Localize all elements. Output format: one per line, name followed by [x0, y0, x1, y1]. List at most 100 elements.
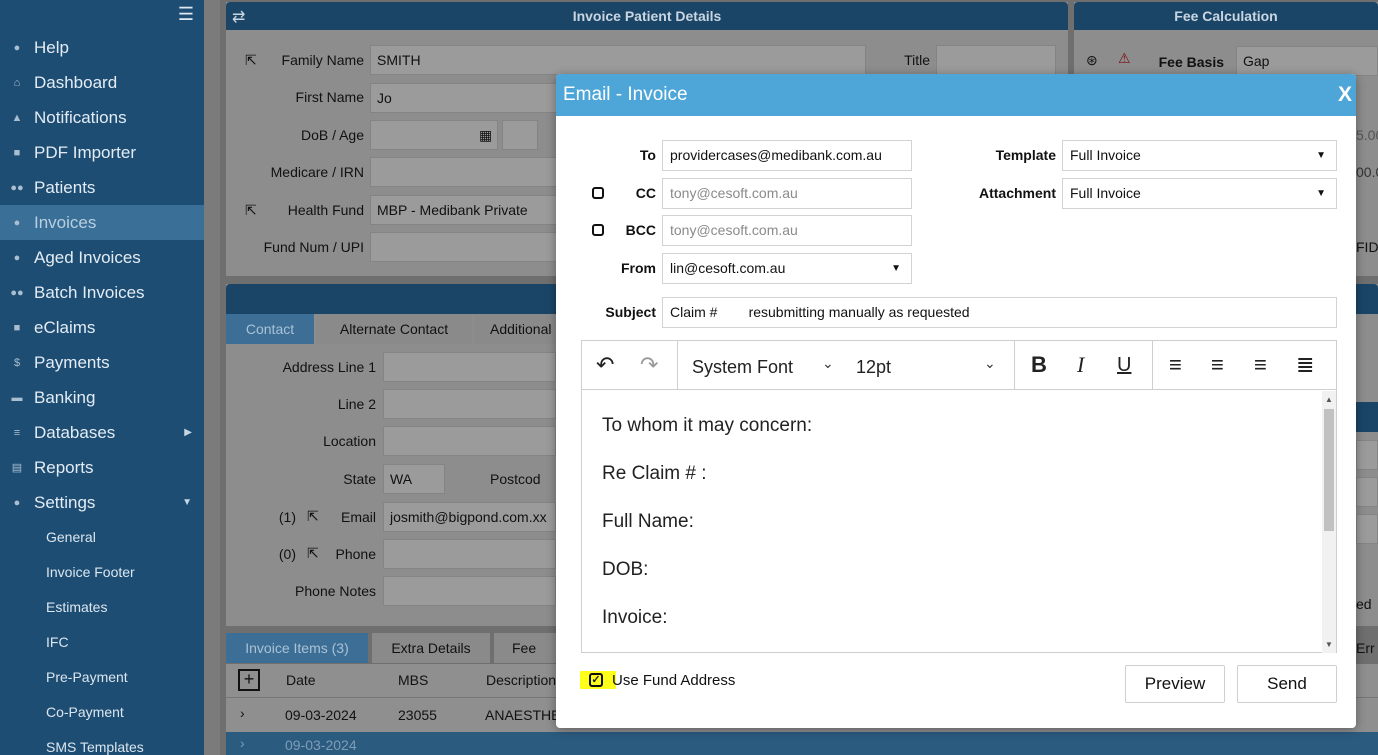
- tab-label: Invoice Items (3): [245, 640, 349, 656]
- email-input[interactable]: josmith@bigpond.com.xx: [383, 502, 556, 532]
- align-justify-icon[interactable]: ≣: [1296, 353, 1314, 377]
- bcc-checkbox[interactable]: [592, 224, 604, 236]
- tab-additional[interactable]: Additional: [474, 314, 556, 344]
- external-link-icon[interactable]: ⇱: [307, 545, 319, 562]
- sub-sms-templates[interactable]: SMS Templates: [46, 739, 144, 755]
- address1-input[interactable]: [383, 352, 556, 382]
- calendar-icon[interactable]: ▦: [479, 127, 492, 144]
- tab-extra-details[interactable]: Extra Details: [372, 633, 490, 663]
- body-line: DOB:: [602, 559, 649, 580]
- nav-patients[interactable]: ●● Patients: [0, 170, 204, 205]
- nav-dashboard[interactable]: ⌂ Dashboard: [0, 65, 204, 100]
- bcc-input[interactable]: tony@cesoft.com.au: [662, 215, 912, 246]
- undo-icon[interactable]: ↶: [596, 353, 614, 377]
- subject-input[interactable]: Claim # resubmitting manually as request…: [662, 297, 1337, 328]
- tab-fee-calc[interactable]: Fee Ca: [494, 633, 556, 686]
- file-icon: ■: [13, 321, 21, 334]
- nav-aged-invoices[interactable]: ● Aged Invoices: [0, 240, 204, 275]
- nav-notifications[interactable]: ▲ Notifications: [0, 100, 204, 135]
- nav-payments[interactable]: $ Payments: [0, 345, 204, 380]
- redo-icon[interactable]: ↷: [640, 353, 658, 377]
- phone-notes-input[interactable]: [383, 576, 556, 606]
- nav-help[interactable]: ● Help: [0, 30, 204, 65]
- editor-content[interactable]: To whom it may concern: Re Claim # : Ful…: [582, 391, 1322, 653]
- title-input[interactable]: [936, 45, 1056, 75]
- state-input[interactable]: WA: [383, 464, 445, 494]
- font-family-select[interactable]: System Font: [692, 357, 793, 378]
- chevron-down-icon[interactable]: ⌄: [984, 355, 996, 372]
- sub-ifc[interactable]: IFC: [46, 634, 69, 650]
- nav-pdf-importer[interactable]: ■ PDF Importer: [0, 135, 204, 170]
- sub-co-payment[interactable]: Co-Payment: [46, 704, 124, 720]
- swap-icon[interactable]: ⇄: [232, 7, 245, 27]
- external-link-icon[interactable]: ⇱: [245, 52, 257, 69]
- attachment-select[interactable]: Full Invoice ▼: [1062, 178, 1337, 209]
- send-button[interactable]: Send: [1237, 665, 1337, 703]
- chevron-down-icon[interactable]: ⌄: [822, 355, 834, 372]
- italic-icon[interactable]: I: [1077, 353, 1084, 377]
- medicare-input[interactable]: [370, 157, 560, 187]
- tab-alternate-contact[interactable]: Alternate Contact: [316, 314, 472, 344]
- chevron-right-icon[interactable]: ›: [240, 705, 245, 721]
- bold-icon[interactable]: B: [1031, 353, 1047, 377]
- align-left-icon[interactable]: ≡: [1169, 353, 1182, 377]
- template-select[interactable]: Full Invoice ▼: [1062, 140, 1337, 171]
- family-name-input[interactable]: SMITH: [370, 45, 866, 75]
- user-icon: ●: [13, 216, 21, 229]
- preview-button[interactable]: Preview: [1125, 665, 1225, 703]
- tab-invoice-items[interactable]: Invoice Items (3): [226, 633, 368, 663]
- nav-invoices[interactable]: ● Invoices: [0, 205, 204, 240]
- font-size-select[interactable]: 12pt: [856, 357, 891, 378]
- users-icon: ●●: [10, 181, 24, 194]
- cc-label: CC: [635, 185, 656, 201]
- sub-estimates[interactable]: Estimates: [46, 599, 107, 615]
- chevron-right-icon[interactable]: ›: [240, 735, 245, 751]
- add-item-icon[interactable]: +: [238, 669, 260, 691]
- close-icon[interactable]: X: [1338, 74, 1352, 116]
- nav-label: Payments: [34, 352, 110, 372]
- column-header-description: Description: [486, 672, 557, 688]
- nav-databases[interactable]: ≡ Databases ▶: [0, 415, 204, 450]
- line2-input[interactable]: [383, 389, 556, 419]
- use-fund-address-checkbox[interactable]: ✓: [580, 671, 616, 689]
- hamburger-menu-icon[interactable]: ☰: [178, 4, 194, 25]
- first-name-input[interactable]: Jo: [370, 83, 560, 113]
- align-center-icon[interactable]: ≡: [1211, 353, 1224, 377]
- nav-label: PDF Importer: [34, 142, 137, 162]
- sub-general[interactable]: General: [46, 529, 96, 545]
- phone-input[interactable]: [383, 539, 556, 569]
- nav-label: Notifications: [34, 107, 127, 127]
- location-input[interactable]: [383, 426, 556, 456]
- fee-basis-select[interactable]: Gap: [1236, 46, 1378, 76]
- cc-checkbox[interactable]: [592, 187, 604, 199]
- align-right-icon[interactable]: ≡: [1254, 353, 1267, 377]
- nav-banking[interactable]: ▬ Banking: [0, 380, 204, 415]
- to-input[interactable]: providercases@medibank.com.au: [662, 140, 912, 171]
- nav-eclaims[interactable]: ■ eClaims: [0, 310, 204, 345]
- cc-input[interactable]: tony@cesoft.com.au: [662, 178, 912, 209]
- external-link-icon[interactable]: ⇱: [307, 508, 319, 525]
- underline-icon[interactable]: U: [1117, 353, 1131, 377]
- editor-scrollbar[interactable]: ▲ ▼: [1322, 391, 1336, 653]
- tab-contact[interactable]: Contact: [226, 314, 314, 344]
- email-count: (1): [278, 509, 296, 525]
- nav-reports[interactable]: ▤ Reports: [0, 450, 204, 485]
- scroll-thumb[interactable]: [1324, 409, 1334, 531]
- dollar-circle-icon: ⊛: [1086, 52, 1098, 68]
- format-group: B I U: [1015, 341, 1153, 389]
- scroll-down-icon[interactable]: ▼: [1325, 640, 1333, 649]
- nav-settings[interactable]: ● Settings ▼: [0, 485, 204, 520]
- postcode-label: Postcod: [490, 471, 541, 487]
- aged-icon: ●: [13, 251, 21, 264]
- right-input-edge: [1356, 477, 1378, 507]
- sub-invoice-footer[interactable]: Invoice Footer: [46, 564, 135, 580]
- health-fund-select[interactable]: MBP - Medibank Private: [370, 195, 560, 225]
- table-row[interactable]: [226, 732, 1378, 755]
- external-link-icon[interactable]: ⇱: [245, 202, 257, 219]
- nav-batch-invoices[interactable]: ●● Batch Invoices: [0, 275, 204, 310]
- scroll-up-icon[interactable]: ▲: [1325, 395, 1333, 404]
- from-select[interactable]: lin@cesoft.com.au ▼: [662, 253, 912, 284]
- sub-pre-payment[interactable]: Pre-Payment: [46, 669, 128, 685]
- fund-num-input[interactable]: [370, 232, 560, 262]
- use-fund-address-label: Use Fund Address: [612, 672, 736, 689]
